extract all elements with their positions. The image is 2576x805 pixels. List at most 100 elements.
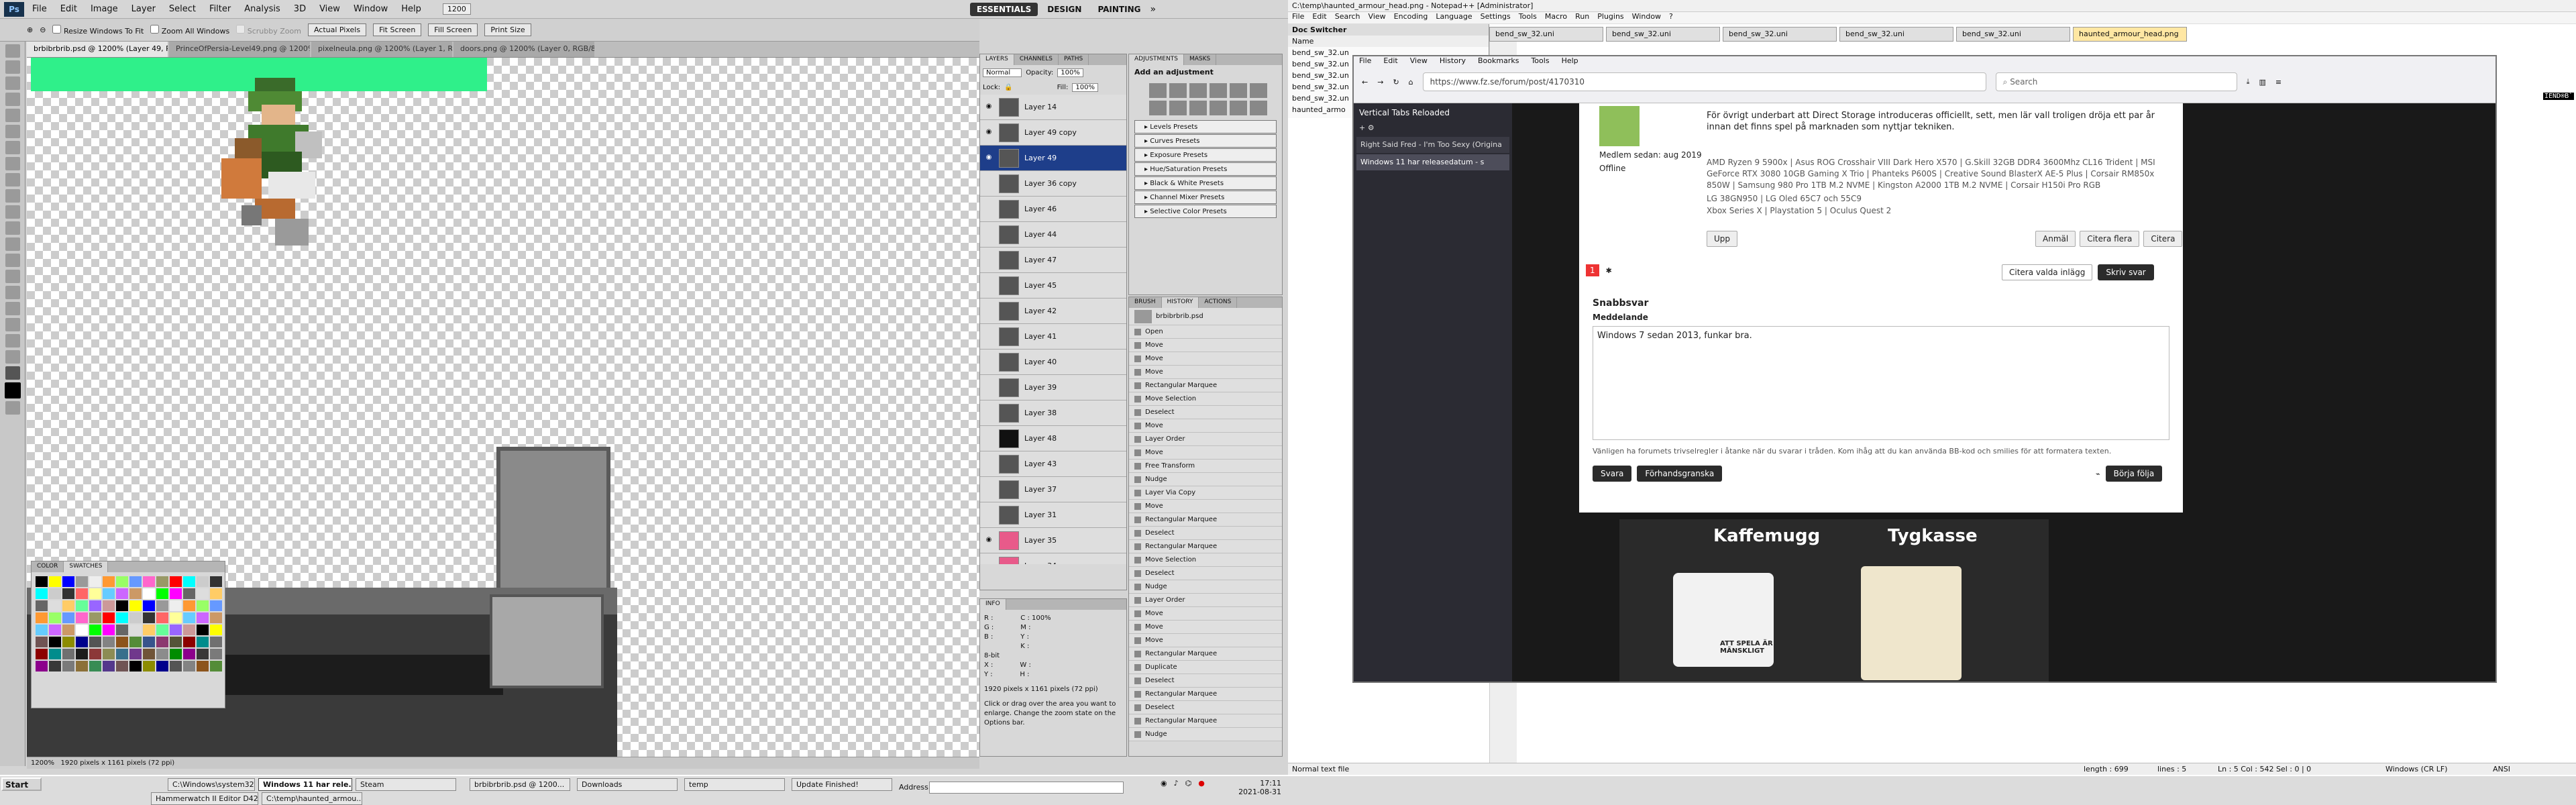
swatch[interactable] [183, 600, 195, 611]
history-step[interactable]: Move Selection [1129, 392, 1282, 406]
swatch[interactable] [210, 576, 222, 587]
visibility-eye-icon[interactable] [984, 230, 994, 239]
fill-screen-button[interactable]: Fill Screen [428, 23, 478, 36]
swatch[interactable] [62, 612, 74, 623]
swatch[interactable] [197, 661, 209, 672]
swatch[interactable] [183, 576, 195, 587]
visibility-eye-icon[interactable] [984, 358, 994, 367]
swatch[interactable] [62, 576, 74, 587]
opacity-field[interactable]: 100% [1057, 68, 1083, 77]
url-bar[interactable]: https://www.fz.se/forum/post/4170310 [1422, 72, 1986, 91]
swatch[interactable] [62, 661, 74, 672]
ff-menu-item[interactable]: File [1359, 56, 1371, 68]
layer-row[interactable]: Layer 37 [980, 477, 1126, 502]
posterize-adjustment-icon[interactable] [1250, 101, 1267, 115]
swatch[interactable] [116, 625, 128, 635]
taskbar-item[interactable]: C:\Windows\system32\c... [168, 778, 255, 791]
swatch[interactable] [156, 612, 168, 623]
swatch[interactable] [89, 588, 101, 599]
ff-menu-item[interactable]: History [1440, 56, 1466, 68]
zoom-all-checkbox[interactable]: Zoom All Windows [150, 24, 229, 36]
swatch[interactable] [49, 612, 61, 623]
swatch-grid[interactable] [32, 572, 225, 676]
volume-tray-icon[interactable]: ♪ [1174, 779, 1179, 788]
swatch[interactable] [170, 612, 182, 623]
swatch[interactable] [76, 612, 88, 623]
rss-icon[interactable]: ⌁ [2096, 470, 2100, 478]
tab-info[interactable]: INFO [980, 599, 1006, 610]
workspace-essentials[interactable]: ESSENTIALS [969, 2, 1038, 16]
ff-menu-item[interactable]: View [1410, 56, 1428, 68]
np-tab[interactable]: bend_sw_32.uni [1606, 27, 1720, 42]
adjustment-preset[interactable]: ▸ Selective Color Presets [1134, 205, 1277, 218]
layer-row[interactable]: Layer 39 [980, 375, 1126, 400]
swatch[interactable] [129, 612, 142, 623]
swatch[interactable] [129, 649, 142, 659]
menu-3d[interactable]: 3D [288, 3, 311, 15]
history-step[interactable]: Open [1129, 325, 1282, 339]
layer-row[interactable]: Layer 44 [980, 222, 1126, 248]
swatch[interactable] [103, 661, 115, 672]
history-step[interactable]: Deselect [1129, 567, 1282, 580]
taskbar-item-active[interactable]: Windows 11 har rele... [258, 778, 352, 791]
swatch[interactable] [62, 600, 74, 611]
swatch[interactable] [129, 576, 142, 587]
hand-tool-icon[interactable] [5, 350, 20, 364]
lock-icon[interactable]: 🔒 [1004, 84, 1012, 91]
up-button[interactable]: Upp [1707, 231, 1738, 247]
curves-adjustment-icon[interactable] [1189, 83, 1207, 98]
status-zoom[interactable]: 1200% [31, 759, 54, 767]
history-step[interactable]: Deselect [1129, 406, 1282, 419]
swatch[interactable] [49, 649, 61, 659]
layer-row[interactable]: Layer 43 [980, 451, 1126, 477]
np-tab-active[interactable]: haunted_armour_head.png [2073, 27, 2187, 42]
visibility-eye-icon[interactable] [984, 332, 994, 341]
np-menu-item[interactable]: Plugins [1597, 12, 1623, 23]
swatch[interactable] [116, 649, 128, 659]
tab-brush[interactable]: BRUSH [1129, 297, 1162, 308]
menu-view[interactable]: View [314, 3, 345, 15]
history-step[interactable]: Rectangular Marquee [1129, 540, 1282, 553]
dodge-tool-icon[interactable] [5, 254, 20, 267]
adjustment-preset[interactable]: ▸ Curves Presets [1134, 134, 1277, 148]
preview-button[interactable]: Förhandsgranska [1637, 466, 1723, 482]
blend-mode-select[interactable]: Normal [983, 68, 1022, 77]
layer-row[interactable]: Layer 36 copy [980, 171, 1126, 197]
adjustment-preset[interactable]: ▸ Exposure Presets [1134, 148, 1277, 162]
taskbar-item[interactable]: C:\temp\haunted_armou... [262, 792, 362, 805]
np-tab[interactable]: bend_sw_32.uni [1956, 27, 2070, 42]
swatch[interactable] [36, 649, 48, 659]
np-menu-item[interactable]: ? [1669, 12, 1673, 23]
taskbar-item[interactable]: Hammerwatch II Editor D42 [151, 792, 258, 805]
swatch[interactable] [76, 661, 88, 672]
taskbar-item[interactable]: brbibrbrib.psd @ 1200... [470, 778, 570, 791]
swatch[interactable] [89, 661, 101, 672]
menu-select[interactable]: Select [164, 3, 201, 15]
clock[interactable]: 17:11 2021-08-31 [1234, 779, 1281, 796]
history-step[interactable]: Move [1129, 607, 1282, 621]
history-step[interactable]: Layer Via Copy [1129, 486, 1282, 500]
quote-multi-button[interactable]: Citera flera [2080, 231, 2140, 247]
swatch[interactable] [89, 649, 101, 659]
zoom-in-icon[interactable]: ⊕ [27, 25, 33, 34]
quick-mask-icon[interactable] [5, 401, 20, 415]
visibility-eye-icon[interactable] [984, 434, 994, 443]
swatch[interactable] [89, 637, 101, 647]
doc-tab[interactable]: brbibrbrib.psd @ 1200% (Layer 49, RGB/8)… [27, 42, 168, 57]
path-select-tool-icon[interactable] [5, 302, 20, 315]
ff-menu-item[interactable]: Tools [1531, 56, 1549, 68]
swatch[interactable] [170, 576, 182, 587]
swatch[interactable] [36, 612, 48, 623]
swatch[interactable] [89, 625, 101, 635]
swatch[interactable] [143, 649, 155, 659]
visibility-eye-icon[interactable]: ◉ [984, 128, 994, 138]
history-step[interactable]: Rectangular Marquee [1129, 379, 1282, 392]
history-step[interactable]: Duplicate [1129, 661, 1282, 674]
gradient-tool-icon[interactable] [5, 221, 20, 235]
write-reply-button[interactable]: Skriv svar [2098, 264, 2154, 280]
history-step[interactable]: Move [1129, 634, 1282, 647]
np-menu-item[interactable]: Settings [1481, 12, 1511, 23]
photo-filter-adjustment-icon[interactable] [1189, 101, 1207, 115]
layer-row[interactable]: Layer 31 [980, 502, 1126, 528]
submit-button[interactable]: Svara [1593, 466, 1632, 482]
